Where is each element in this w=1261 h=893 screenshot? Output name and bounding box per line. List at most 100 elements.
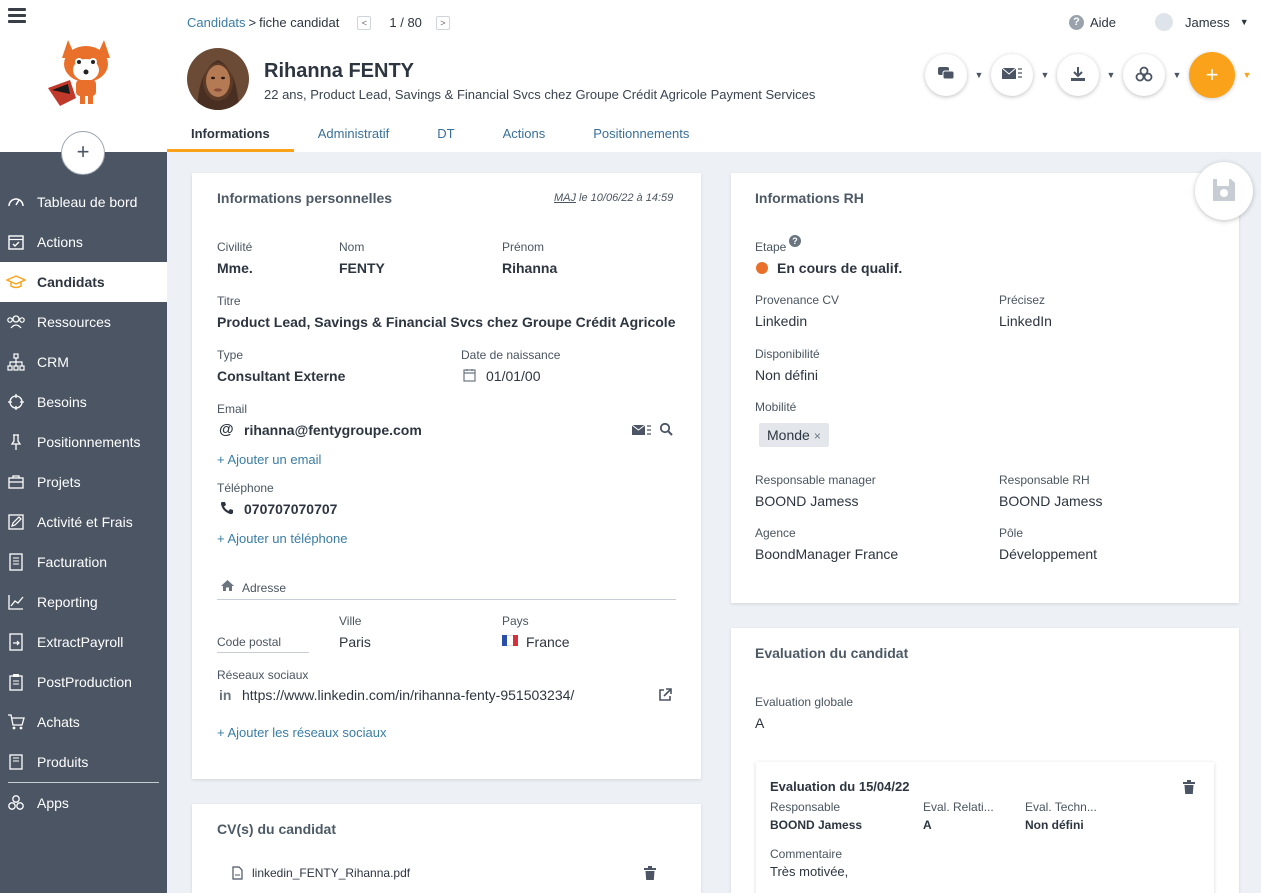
titre-label: Titre [217,294,241,308]
manager-label: Responsable manager [755,473,876,487]
sidebar-item-label: Candidats [37,274,105,290]
sidebar: + Tableau de bord Actions Candidats Ress… [0,0,167,893]
cv-file-link[interactable]: linkedin_FENTY_Rihanna.pdf [252,866,410,880]
help-link[interactable]: ? Aide [1069,15,1116,30]
sidebar-item-apps[interactable]: Apps [0,783,167,823]
external-link-icon[interactable] [658,688,672,705]
email-label: Email [217,402,248,416]
tab-positionnements[interactable]: Positionnements [569,118,713,152]
save-button[interactable] [1195,162,1253,220]
add-social-link[interactable]: + Ajouter les réseaux sociaux [217,725,386,740]
email-value[interactable]: rihanna@fentygroupe.com [244,422,422,438]
card-title: Informations personnelles [217,190,393,206]
ville-label: Ville [339,614,362,628]
email-dropdown-caret[interactable]: ▼ [1033,70,1057,80]
close-icon[interactable]: × [814,429,821,443]
user-menu[interactable]: Jamess ▼ [1155,13,1249,31]
edit-icon [6,512,26,532]
linkedin-url[interactable]: https://www.linkedin.com/in/rihanna-fent… [242,687,574,703]
sidebar-item-produits[interactable]: Produits [0,742,167,782]
email-button[interactable] [991,54,1033,96]
sidebar-item-reporting[interactable]: Reporting [0,582,167,622]
status-dot [756,262,768,274]
civilite-value: Mme. [217,260,253,276]
download-dropdown-caret[interactable]: ▼ [1099,70,1123,80]
chip-label: Monde [767,427,810,443]
export-icon [6,632,26,652]
page-header: Candidats > fiche candidat < 1 / 80 > ? … [167,0,1261,152]
trash-icon[interactable] [1183,780,1195,797]
sidebar-item-besoins[interactable]: Besoins [0,382,167,422]
provenance-label: Provenance CV [755,293,840,307]
apps-button[interactable] [1123,54,1165,96]
users-icon [6,312,26,332]
dispo-label: Disponibilité [755,347,820,361]
sidebar-item-crm[interactable]: CRM [0,342,167,382]
sidebar-item-facturation[interactable]: Facturation [0,542,167,582]
sidebar-item-tableau-de-bord[interactable]: Tableau de bord [0,182,167,222]
phone-icon [220,501,234,518]
breadcrumb-separator: > [248,15,257,30]
add-phone-link[interactable]: + Ajouter un téléphone [217,531,347,546]
eval-techn-label: Eval. Techn... [1025,800,1097,814]
help-icon[interactable]: ? [789,235,801,247]
dashboard-icon [6,192,26,212]
add-dropdown-caret[interactable]: ▼ [1235,70,1259,80]
eval-globale-label: Evaluation globale [755,695,854,709]
tab-informations[interactable]: Informations [167,118,294,152]
chevron-down-icon: ▼ [1239,17,1249,27]
quick-add-button[interactable]: + [61,131,105,175]
tab-actions[interactable]: Actions [479,118,570,152]
chat-button[interactable] [925,54,967,96]
tel-value[interactable]: 070707070707 [244,501,337,517]
sidebar-item-postproduction[interactable]: PostProduction [0,662,167,702]
sidebar-item-label: Besoins [37,394,87,410]
graduation-cap-icon [6,272,26,292]
sidebar-item-projets[interactable]: Projets [0,462,167,502]
sidebar-item-activite-et-frais[interactable]: Activité et Frais [0,502,167,542]
mail-send-icon[interactable] [631,424,652,440]
sidebar-item-label: CRM [37,354,69,370]
pager-next-button[interactable]: > [435,15,450,30]
hamburger-menu-icon[interactable] [8,8,26,24]
sidebar-item-ressources[interactable]: Ressources [0,302,167,342]
sidebar-item-candidats[interactable]: Candidats [0,262,167,302]
sidebar-item-achats[interactable]: Achats [0,702,167,742]
org-chart-icon [6,352,26,372]
add-email-link[interactable]: + Ajouter un email [217,452,321,467]
sidebar-item-label: PostProduction [37,674,132,690]
chat-dropdown-caret[interactable]: ▼ [967,70,991,80]
help-icon: ? [1069,15,1084,30]
eval-item-title: Evaluation du 15/04/22 [770,779,910,794]
help-label: Aide [1090,15,1117,30]
precisez-value: LinkedIn [999,313,1052,329]
sidebar-item-label: Achats [37,714,80,730]
download-button[interactable] [1057,54,1099,96]
tab-administratif[interactable]: Administratif [294,118,414,152]
add-button[interactable]: + [1189,52,1235,98]
pays-value: France [526,634,570,650]
sidebar-item-label: Tableau de bord [37,194,138,210]
etape-label: Etape [755,240,787,254]
mobilite-chip[interactable]: Monde × [759,423,829,447]
sidebar-item-label: ExtractPayroll [37,634,124,650]
crosshair-icon [6,392,26,412]
agence-value: BoondManager France [755,546,899,562]
apps-dropdown-caret[interactable]: ▼ [1165,70,1189,80]
resp-rh-label: Responsable RH [999,473,1090,487]
sidebar-item-actions[interactable]: Actions [0,222,167,262]
breadcrumb-link-candidats[interactable]: Candidats [187,15,246,30]
eval-globale-value: A [755,715,765,731]
search-icon[interactable] [659,422,673,439]
candidate-subtitle: 22 ans, Product Lead, Savings & Financia… [264,87,816,102]
card-title: CV(s) du candidat [217,821,337,837]
trash-icon[interactable] [644,866,656,883]
pager-prev-button[interactable]: < [357,15,372,30]
sidebar-item-extractpayroll[interactable]: ExtractPayroll [0,622,167,662]
tab-dt[interactable]: DT [413,118,478,152]
card-title: Informations RH [755,190,864,206]
mail-send-icon [1001,66,1023,85]
sidebar-item-positionnements[interactable]: Positionnements [0,422,167,462]
cv-card: CV(s) du candidat linkedin_FENTY_Rihanna… [192,804,701,893]
eval-commentaire-value: Très motivée, [770,864,849,879]
